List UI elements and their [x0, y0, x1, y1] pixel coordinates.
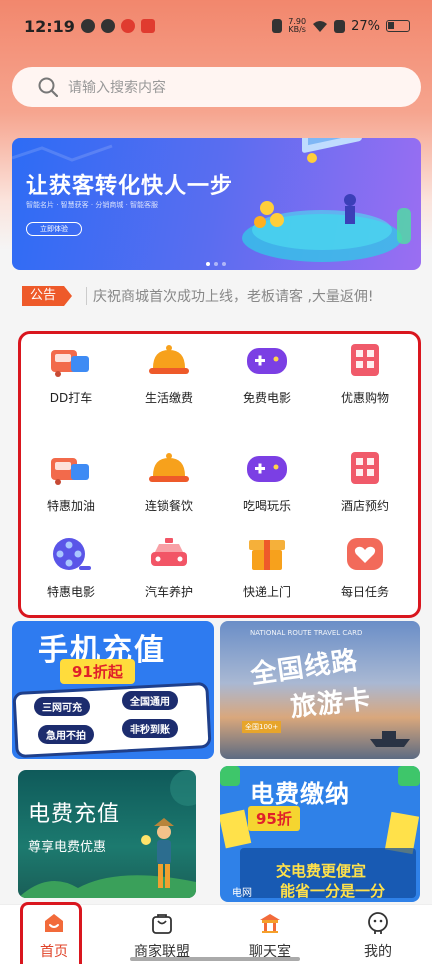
battery-icon [386, 20, 410, 32]
notice-bar[interactable]: 公告 庆祝商城首次成功上线，老板请客 ,大量返佣! [22, 284, 422, 308]
food-cover-icon [149, 345, 189, 374]
recharge-tag: 非秒到账 [122, 719, 178, 738]
taxi-icon [151, 538, 187, 566]
car-icon [51, 458, 89, 485]
state-grid-logo: 电网 [232, 888, 252, 899]
food-cover-icon [149, 453, 189, 482]
promo-electricity-recharge[interactable]: 电费充值 尊享电费优惠 [18, 770, 196, 898]
recharge-tag: 急用不拍 [38, 725, 94, 744]
pinwheel-icon [80, 19, 95, 33]
promo-travel-card[interactable]: NATIONAL ROUTE TRAVEL CARD 全国线路 旅游卡 全国10… [220, 621, 420, 759]
net-speed: 7.90 KB/s [288, 17, 307, 34]
carousel-indicator [206, 262, 226, 266]
app-notification-icon [140, 19, 155, 33]
service-movie-discount[interactable]: 特惠电影 [23, 536, 119, 600]
promo-electricity-payment[interactable]: 电费缴纳 95折 交电费更便宜 能省一分是一分 电网 [220, 766, 420, 902]
service-grid: DD打车 生活缴费 免费电影 优惠购物 特惠加油 连锁餐饮 吃喝玩乐 酒店预约 … [18, 331, 421, 618]
service-entertainment[interactable]: 吃喝玩乐 [219, 450, 315, 514]
service-free-movie[interactable]: 免费电影 [219, 342, 315, 406]
promo-electric-pay-line2: 能省一分是一分 [280, 882, 386, 900]
service-daily-task[interactable]: 每日任务 [317, 536, 413, 600]
banner-subtitle: 智能名片 · 智慧获客 · 分销商城 · 智能客服 [26, 201, 159, 209]
gift-box-icon [249, 540, 285, 570]
sim-icon [334, 19, 346, 33]
status-time: 12:19 [24, 16, 75, 36]
boat-illustration [370, 731, 410, 747]
tab-chat-room[interactable]: 聊天室 [216, 905, 324, 964]
tab-merchant-alliance[interactable]: 商家联盟 [108, 905, 216, 964]
service-car-maintenance[interactable]: 汽车养护 [121, 536, 217, 600]
service-life-payment[interactable]: 生活缴费 [121, 342, 217, 406]
status-bar: 12:19 7.90 KB/s 27% [0, 0, 432, 52]
film-reel-icon [53, 538, 91, 570]
phone-illustration [12, 681, 212, 759]
service-dd-taxi[interactable]: DD打车 [23, 342, 119, 406]
service-chain-dining[interactable]: 连锁餐饮 [121, 450, 217, 514]
weibo-icon [120, 19, 135, 33]
battery-percent: 27% [351, 18, 380, 34]
vibrate-icon [272, 19, 283, 33]
search-placeholder: 请输入搜索内容 [68, 80, 166, 96]
search-input[interactable]: 请输入搜索内容 [12, 67, 421, 107]
service-discount-shopping[interactable]: 优惠购物 [317, 342, 413, 406]
promo-banner[interactable]: 让获客转化快人一步 智能名片 · 智慧获客 · 分销商城 · 智能客服 立即体验 [12, 138, 421, 270]
person-with-lantern-illustration [18, 770, 196, 898]
wifi-icon [313, 20, 328, 32]
gesture-bar [130, 957, 300, 961]
banner-cta-button[interactable]: 立即体验 [26, 222, 82, 236]
building-icon [351, 452, 379, 484]
user-icon [368, 912, 388, 934]
promo-electric-pay-discount: 95折 [248, 806, 300, 831]
recharge-tag: 全国通用 [122, 691, 178, 710]
tab-mine[interactable]: 我的 [324, 905, 432, 964]
service-hotel-booking[interactable]: 酒店预约 [317, 450, 413, 514]
heart-icon [347, 538, 383, 570]
gamepad-icon [247, 348, 287, 374]
search-icon [38, 77, 58, 97]
shopping-bag-icon [152, 914, 172, 934]
service-fuel-discount[interactable]: 特惠加油 [23, 450, 119, 514]
pavilion-icon [260, 914, 280, 933]
promo-phone-recharge[interactable]: 手机充值 91折起 三网可充 全国通用 急用不拍 非秒到账 [12, 621, 214, 759]
banner-title: 让获客转化快人一步 [26, 174, 234, 199]
notice-tag: 公告 [22, 286, 73, 306]
building-icon [351, 344, 379, 376]
gamepad-icon [247, 456, 287, 482]
cloud-icon [100, 19, 115, 33]
home-tab-highlight [20, 902, 82, 964]
divider [86, 287, 88, 305]
notice-text: 庆祝商城首次成功上线，老板请客 ,大量返佣! [93, 289, 374, 305]
car-icon [51, 350, 89, 377]
service-express-pickup[interactable]: 快递上门 [219, 536, 315, 600]
promo-recharge-discount: 91折起 [60, 659, 135, 684]
promo-electric-pay-title: 电费缴纳 [250, 780, 350, 808]
promo-electric-pay-line1: 交电费更便宜 [276, 862, 367, 880]
recharge-tag: 三网可充 [34, 697, 90, 716]
